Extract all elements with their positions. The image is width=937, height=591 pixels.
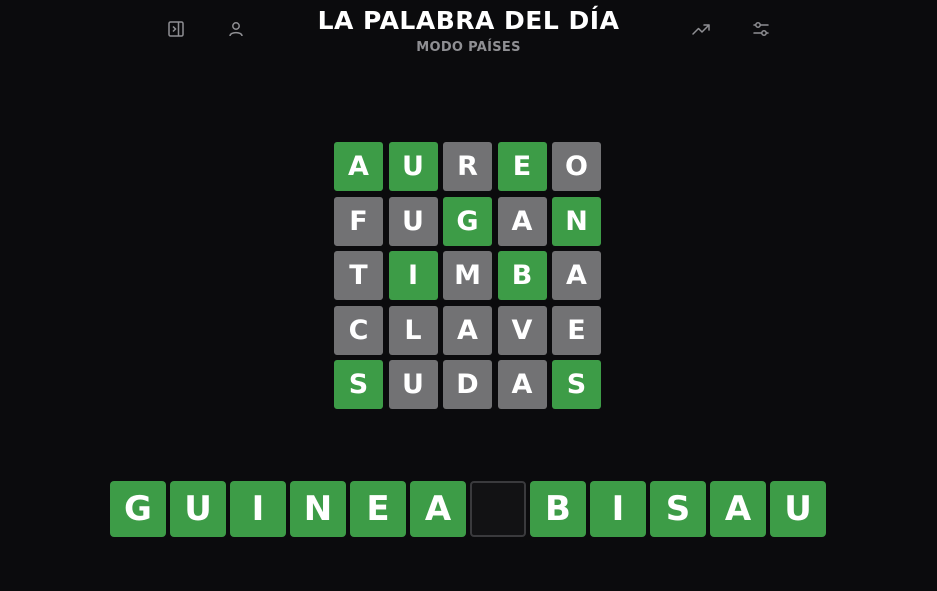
page-title: LA PALABRA DEL DÍA <box>317 6 620 35</box>
mode-subtitle: MODO PAÍSES <box>416 40 521 55</box>
answer-tile: U <box>170 481 226 537</box>
answer-tile: N <box>290 481 346 537</box>
board-tile: A <box>552 251 601 300</box>
board-tile: A <box>443 305 492 355</box>
game-screen: LA PALABRA DEL DÍA MODO PAÍSES AUREOFUGA… <box>0 0 937 591</box>
answer-tile: G <box>110 481 166 537</box>
stats-trend-icon[interactable] <box>690 18 712 40</box>
board-tile: O <box>552 142 601 191</box>
board-tile: E <box>497 142 547 191</box>
board-tile: C <box>334 305 383 355</box>
board-tile: S <box>334 360 383 409</box>
answer-space-tile <box>470 481 526 537</box>
answer-tile: E <box>350 481 406 537</box>
answer-tile: B <box>530 481 586 537</box>
board-tile: V <box>497 305 547 355</box>
board-tile: A <box>497 360 547 409</box>
board-tile: U <box>388 360 438 409</box>
answer-tile: S <box>650 481 706 537</box>
settings-sliders-icon[interactable] <box>750 18 772 40</box>
board-tile: E <box>552 305 601 355</box>
answer-tile: A <box>410 481 466 537</box>
board-tile: A <box>497 196 547 246</box>
board-tile: F <box>334 196 383 246</box>
answer-tile: U <box>770 481 826 537</box>
board-tile: S <box>552 360 601 409</box>
board-tile: M <box>443 251 492 300</box>
answer-tile: I <box>590 481 646 537</box>
board-tile: U <box>388 196 438 246</box>
board-tile: I <box>388 251 438 300</box>
guess-board: AUREOFUGANTIMBACLAVESUDAS <box>334 142 601 409</box>
board-tile: D <box>443 360 492 409</box>
board-tile: U <box>388 142 438 191</box>
answer-tile: A <box>710 481 766 537</box>
board-tile: G <box>443 196 492 246</box>
board-tile: T <box>334 251 383 300</box>
board-tile: R <box>443 142 492 191</box>
board-tile: N <box>552 196 601 246</box>
board-tile: A <box>334 142 383 191</box>
answer-tile: I <box>230 481 286 537</box>
board-tile: B <box>497 251 547 300</box>
board-tile: L <box>388 305 438 355</box>
answer-word: GUINEABISAU <box>110 481 826 537</box>
